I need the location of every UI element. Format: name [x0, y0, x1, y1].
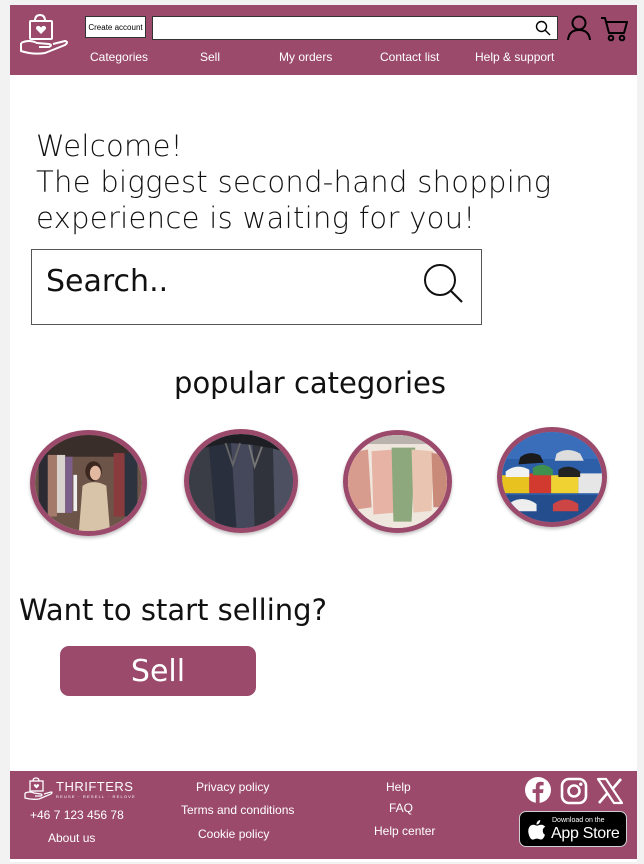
nav-contact-list[interactable]: Contact list	[380, 50, 439, 64]
footer-about-link[interactable]: About us	[48, 831, 95, 845]
x-icon[interactable]	[596, 777, 624, 805]
welcome-line: experience is waiting for you!	[36, 201, 476, 235]
search-icon[interactable]	[422, 262, 466, 306]
header: Create account Categories Sell My orders…	[10, 5, 637, 75]
suit-jackets-photo	[189, 434, 293, 528]
sell-heading: Want to start selling?	[19, 593, 327, 627]
nav-help-support[interactable]: Help & support	[475, 50, 554, 64]
footer-faq-link[interactable]: FAQ	[389, 801, 413, 815]
create-account-button[interactable]: Create account	[85, 16, 146, 38]
nav-categories[interactable]: Categories	[90, 50, 148, 64]
welcome-heading: Welcome! The biggest second-hand shoppin…	[36, 128, 552, 236]
main-nav: Categories Sell My orders Contact list H…	[10, 50, 637, 70]
footer-terms-link[interactable]: Terms and conditions	[181, 803, 294, 817]
footer-privacy-link[interactable]: Privacy policy	[196, 780, 269, 794]
instagram-icon[interactable]	[560, 777, 588, 805]
shopping-bag-logo-icon	[24, 777, 53, 800]
footer-brand: THRIFTERS	[56, 779, 134, 794]
footer-help-center-link[interactable]: Help center	[374, 824, 435, 838]
footer-cookie-link[interactable]: Cookie policy	[198, 827, 269, 841]
woman-shopping-clothes-photo	[35, 435, 142, 531]
nav-sell[interactable]: Sell	[200, 50, 220, 64]
baby-clothes-photo	[348, 435, 447, 528]
app-store-badge[interactable]: Download on the App Store	[519, 811, 627, 847]
welcome-line: Welcome!	[36, 129, 183, 163]
category-suits[interactable]	[184, 429, 298, 533]
sell-button[interactable]: Sell	[60, 646, 256, 696]
nav-my-orders[interactable]: My orders	[279, 50, 332, 64]
app-store-caption: Download on the	[552, 817, 605, 824]
apple-icon	[528, 820, 546, 840]
main-search-input[interactable]: Search..	[31, 249, 482, 325]
footer-help-link[interactable]: Help	[386, 780, 411, 794]
category-shoes[interactable]	[497, 427, 607, 527]
facebook-icon[interactable]	[524, 776, 552, 804]
category-kids-clothes[interactable]	[343, 430, 452, 533]
app-store-label: App Store	[551, 825, 620, 842]
shopping-cart-icon[interactable]	[600, 16, 628, 42]
footer-phone: +46 7 123 456 78	[30, 808, 124, 822]
popular-categories-title: popular categories	[174, 366, 446, 400]
footer: THRIFTERS REUSE · RESELL · RELOVE +46 7 …	[10, 771, 637, 859]
header-search-input[interactable]	[152, 16, 558, 40]
welcome-line: The biggest second-hand shopping	[36, 165, 552, 199]
search-placeholder: Search..	[46, 264, 169, 299]
category-clothing-store[interactable]	[30, 430, 147, 536]
sneakers-photo	[502, 432, 602, 522]
user-icon[interactable]	[567, 15, 591, 41]
footer-tagline: REUSE · RESELL · RELOVE	[56, 794, 136, 799]
search-icon[interactable]	[535, 20, 551, 36]
